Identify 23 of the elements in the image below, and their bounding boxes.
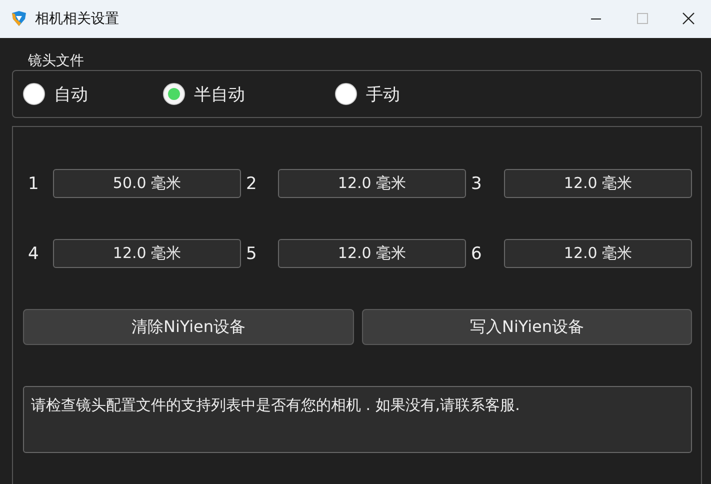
focal-length-field[interactable]: 12.0 毫米 (53, 239, 241, 268)
window-title: 相机相关设置 (35, 10, 119, 28)
lens-number: 1 (27, 174, 40, 194)
lens-number: 6 (470, 244, 483, 264)
radio-button[interactable] (23, 83, 45, 105)
radio-label: 自动 (54, 84, 88, 106)
shield-logo-icon (10, 10, 28, 28)
radio-button[interactable] (163, 83, 185, 105)
focal-length-field[interactable]: 12.0 毫米 (278, 239, 466, 268)
device-button[interactable]: 写入NiYien设备 (362, 309, 692, 345)
focal-length-field[interactable]: 50.0 毫米 (53, 169, 241, 198)
radio-label: 手动 (366, 84, 400, 106)
focal-length-field[interactable]: 12.0 毫米 (504, 239, 692, 268)
lens-number: 3 (470, 174, 483, 194)
device-button[interactable]: 清除NiYien设备 (23, 309, 354, 345)
message-box: 请检查镜头配置文件的支持列表中是否有您的相机 . 如果没有,请联系客服. (23, 386, 692, 453)
focal-length-field[interactable]: 12.0 毫米 (278, 169, 466, 198)
lens-number: 4 (27, 244, 40, 264)
lens-number: 2 (245, 174, 258, 194)
radio-button[interactable] (335, 83, 357, 105)
focal-length-field[interactable]: 12.0 毫米 (504, 169, 692, 198)
lens-number: 5 (245, 244, 258, 264)
radio-label: 半自动 (194, 84, 245, 106)
